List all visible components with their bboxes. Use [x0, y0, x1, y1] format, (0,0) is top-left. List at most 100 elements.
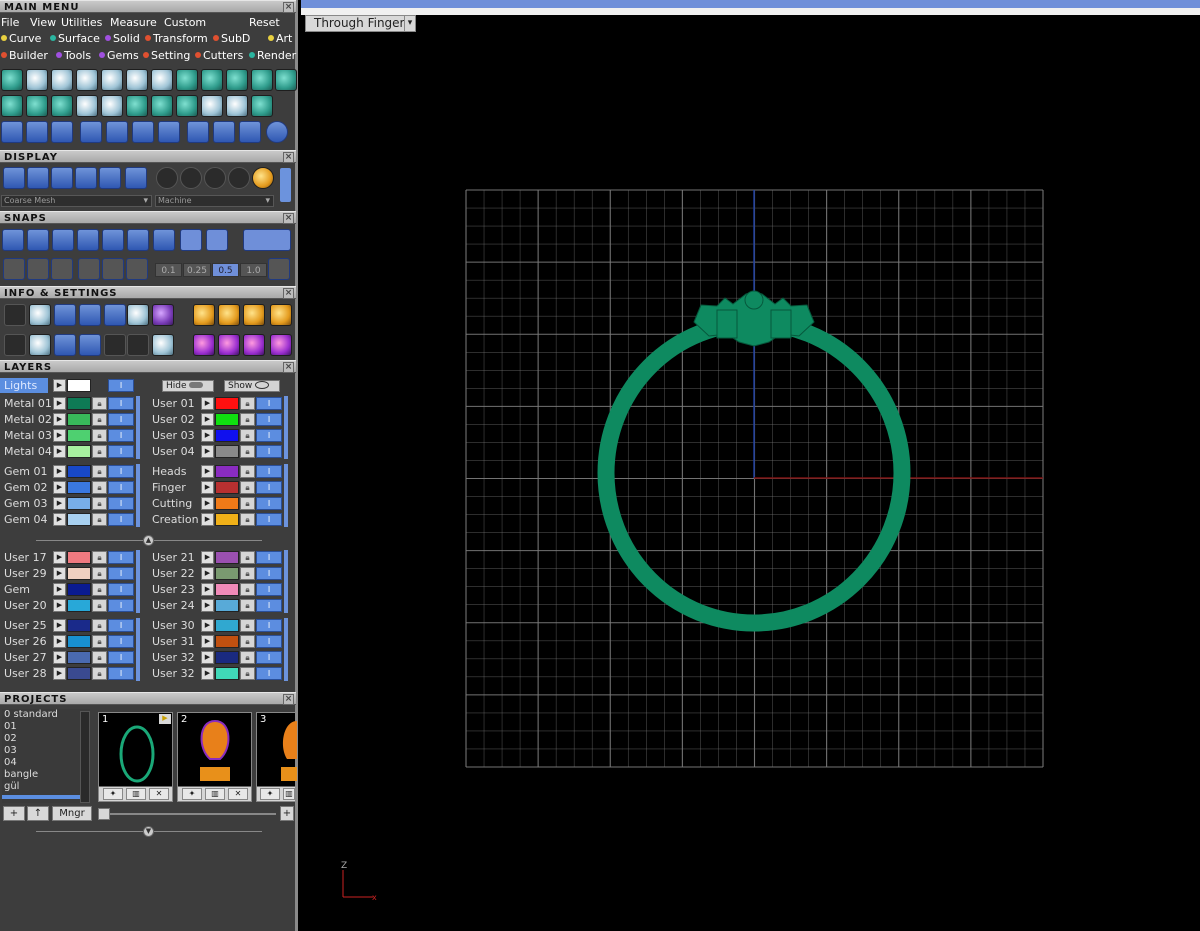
layer-color-swatch[interactable] — [67, 599, 91, 612]
lock-icon[interactable]: 🔒︎ — [240, 635, 255, 648]
play-icon[interactable]: ▶ — [159, 714, 171, 724]
lock-icon[interactable]: 🔒︎ — [92, 551, 107, 564]
printer-icon[interactable]: ▥ — [283, 788, 295, 800]
snap-center-icon[interactable] — [127, 229, 149, 251]
tool-doc-icon[interactable] — [51, 95, 73, 117]
info-tool-7-icon[interactable] — [243, 334, 265, 356]
arrow-right-icon[interactable]: ▶ — [201, 635, 214, 648]
layer-group-bar[interactable] — [136, 464, 140, 527]
arrow-right-icon[interactable]: ▶ — [201, 481, 214, 494]
lock-icon[interactable]: 🔒︎ — [240, 481, 255, 494]
add-icon[interactable]: ✦ — [103, 788, 123, 800]
close-icon[interactable]: × — [283, 2, 294, 13]
lock-icon[interactable]: 🔒︎ — [92, 429, 107, 442]
box-icon[interactable] — [79, 304, 101, 326]
printer-icon[interactable] — [54, 304, 76, 326]
layer-color-swatch[interactable] — [67, 445, 91, 458]
mesh-dropdown[interactable]: Coarse Mesh — [1, 195, 152, 207]
layer-row[interactable]: Gem 04 ▶ 🔒︎ I — [0, 512, 140, 527]
tool-rotate-icon[interactable] — [132, 121, 154, 143]
snap-plane-icon[interactable] — [3, 258, 25, 280]
category-subd[interactable]: SubD — [213, 31, 250, 47]
layer-visibility-toggle[interactable]: I — [108, 551, 134, 564]
info-tool-4-icon[interactable] — [270, 304, 292, 326]
project-item[interactable]: 0 standard — [2, 709, 90, 721]
layer-color-swatch[interactable] — [67, 429, 91, 442]
info-tool-2-icon[interactable] — [218, 304, 240, 326]
settings-gear-icon[interactable] — [4, 304, 26, 326]
layer-color-swatch[interactable] — [215, 599, 239, 612]
info-tool-8-icon[interactable] — [270, 334, 292, 356]
reset-button[interactable]: Reset — [249, 15, 280, 30]
layer-color-swatch[interactable] — [67, 497, 91, 510]
project-item[interactable]: 02 — [2, 733, 90, 745]
layer-row[interactable]: User 17 ▶ 🔒︎ I — [0, 550, 140, 565]
up-project-button[interactable]: ↑ — [27, 806, 49, 821]
layer-visibility-toggle[interactable]: I — [256, 397, 282, 410]
layer-visibility-toggle[interactable]: I — [108, 465, 134, 478]
tool-lines-icon[interactable] — [151, 69, 173, 91]
dice-icon[interactable] — [152, 304, 174, 326]
layer-color-swatch[interactable] — [67, 513, 91, 526]
layer-color-swatch[interactable] — [67, 465, 91, 478]
layer-row[interactable]: User 22 ▶ 🔒︎ I — [148, 566, 288, 581]
arrow-right-icon[interactable]: ▶ — [53, 583, 66, 596]
layer-row[interactable]: User 29 ▶ 🔒︎ I — [0, 566, 140, 581]
close-icon[interactable]: × — [283, 213, 294, 224]
layer-color-swatch[interactable] — [215, 465, 239, 478]
arrow-right-icon[interactable]: ▶ — [53, 379, 66, 392]
display-gold-icon[interactable] — [252, 167, 274, 189]
tool-split-icon[interactable] — [213, 121, 235, 143]
layer-row[interactable]: Metal 02 ▶ 🔒︎ I — [0, 412, 140, 427]
layer-row[interactable]: Creation ▶ 🔒︎ I — [148, 512, 288, 527]
project-thumb-3[interactable]: 3 ✦ ▥ — [256, 712, 297, 802]
project-item[interactable]: gül — [2, 781, 90, 793]
tool-sphere-icon[interactable] — [1, 69, 23, 91]
layer-row[interactable]: User 25 ▶ 🔒︎ I — [0, 618, 140, 633]
layer-group-bar[interactable] — [284, 550, 288, 613]
arrow-right-icon[interactable]: ▶ — [201, 429, 214, 442]
display-frame-icon[interactable] — [125, 167, 147, 189]
layer-visibility-toggle[interactable]: I — [256, 635, 282, 648]
hide-button[interactable]: Hide — [162, 380, 214, 392]
arrow-right-icon[interactable]: ▶ — [201, 465, 214, 478]
layer-row[interactable]: Gem 01 ▶ 🔒︎ I — [0, 464, 140, 479]
category-setting[interactable]: Setting — [143, 48, 190, 64]
category-transform[interactable]: Transform — [145, 31, 208, 47]
close-icon[interactable]: × — [283, 362, 294, 373]
snap-cube-icon[interactable] — [27, 258, 49, 280]
close-icon[interactable]: ✕ — [228, 788, 248, 800]
layer-row[interactable]: User 32 ▶ 🔒︎ I — [148, 650, 288, 665]
snap-line-icon[interactable] — [51, 258, 73, 280]
display-globe-icon[interactable] — [99, 167, 121, 189]
display-grid-icon[interactable] — [3, 167, 25, 189]
project-list-scrollbar[interactable] — [80, 711, 90, 803]
snap-dash-2-icon[interactable] — [206, 229, 228, 251]
arrow-right-icon[interactable]: ▶ — [201, 619, 214, 632]
layer-color-swatch[interactable] — [67, 583, 91, 596]
tool-extrude-icon[interactable] — [76, 69, 98, 91]
layer-row[interactable]: User 32 ▶ 🔒︎ I — [148, 666, 288, 681]
layer-row[interactable]: Metal 01 ▶ 🔒︎ I — [0, 396, 140, 411]
lock-icon[interactable]: 🔒︎ — [240, 465, 255, 478]
layer-visibility-toggle[interactable]: I — [256, 583, 282, 596]
project-item[interactable]: 01 — [2, 721, 90, 733]
layer-visibility-toggle[interactable]: I — [256, 651, 282, 664]
display-toggle[interactable] — [280, 168, 291, 202]
layer-color-swatch[interactable] — [215, 513, 239, 526]
layer-visibility-toggle[interactable]: I — [108, 413, 134, 426]
display-sphere-icon[interactable] — [51, 167, 73, 189]
tool-fan-icon[interactable] — [158, 121, 180, 143]
tool-calendar-icon[interactable] — [101, 95, 123, 117]
snap-dash-1-icon[interactable] — [180, 229, 202, 251]
arrow-right-icon[interactable]: ▶ — [53, 667, 66, 680]
category-art[interactable]: Art — [268, 31, 292, 47]
render-dropdown[interactable]: Machine — [155, 195, 274, 207]
arrow-right-icon[interactable]: ▶ — [201, 551, 214, 564]
chevron-down-icon[interactable]: ▾ — [404, 16, 415, 31]
layer-visibility-toggle[interactable]: I — [108, 513, 134, 526]
layer-row[interactable]: Gem 02 ▶ 🔒︎ I — [0, 480, 140, 495]
tool-page-icon[interactable] — [76, 95, 98, 117]
layer-group-bar[interactable] — [136, 618, 140, 681]
arrow-right-icon[interactable]: ▶ — [201, 599, 214, 612]
